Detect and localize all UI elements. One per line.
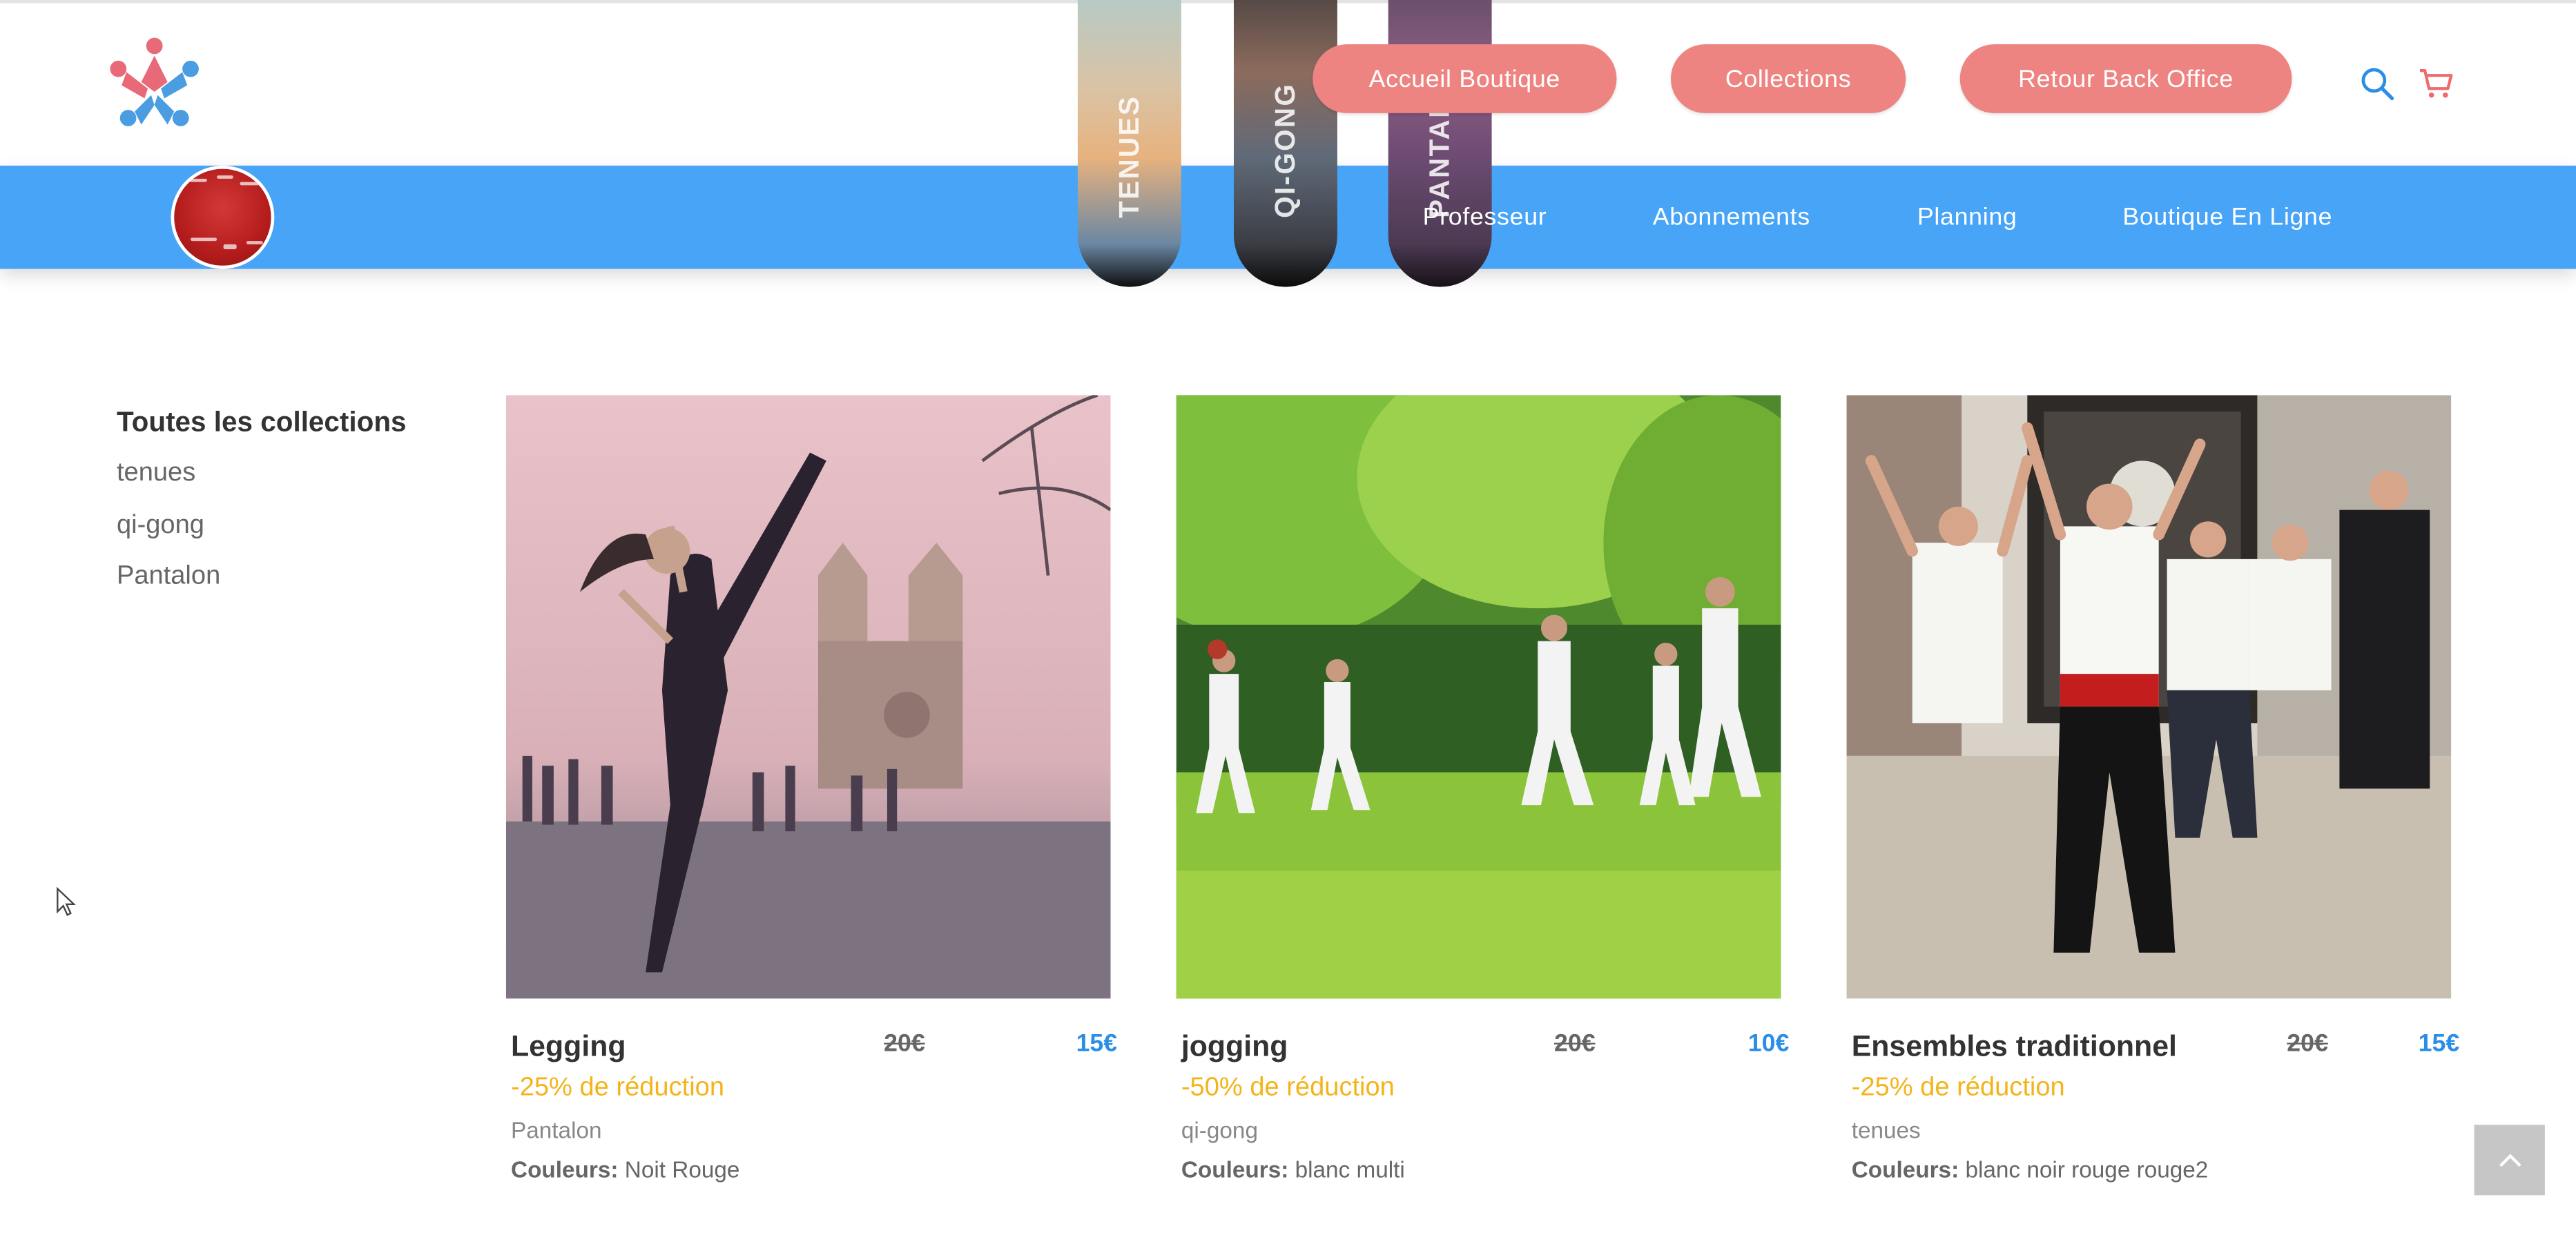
chevron-up-icon [2498, 1153, 2521, 1166]
product-colors: Couleurs: blanc multi [1181, 1156, 1405, 1182]
pill-label: QI-GONG [1269, 82, 1301, 218]
colors-value: blanc noir rouge rouge2 [1965, 1156, 2209, 1183]
product-collection: tenues [1851, 1116, 1921, 1143]
retour-back-office-button[interactable]: Retour Back Office [1959, 44, 2292, 113]
colors-value: Noit Rouge [624, 1156, 740, 1183]
colors-value: blanc multi [1295, 1156, 1405, 1183]
discount-label: -25% de réduction [1851, 1074, 2065, 1102]
sidebar-item-tenues[interactable]: tenues [117, 459, 195, 489]
colors-label: Couleurs: [1851, 1156, 1959, 1183]
product-title[interactable]: Ensembles traditionnel [1852, 1030, 2177, 1065]
new-price: 15€ [1076, 1029, 1118, 1058]
discount-label: -50% de réduction [1181, 1074, 1395, 1102]
product-image-ensembles-traditionnel[interactable] [1846, 395, 2452, 999]
product-collection: Pantalon [511, 1116, 602, 1143]
new-price: 10€ [1747, 1029, 1790, 1058]
brand-avatar[interactable] [171, 165, 275, 269]
sidebar-item-pantalon[interactable]: Pantalon [117, 563, 220, 592]
product-collection: qi-gong [1181, 1116, 1258, 1143]
cart-icon[interactable] [2419, 66, 2454, 101]
colors-label: Couleurs: [511, 1156, 619, 1183]
search-icon[interactable] [2359, 66, 2395, 101]
old-price: 20€ [1554, 1029, 1596, 1058]
page: TENUES QI-GONG PANTALO Accueil Boutique … [0, 0, 2576, 1233]
pill-qi-gong[interactable]: QI-GONG [1234, 0, 1337, 287]
product-image-legging[interactable] [505, 395, 1111, 999]
sidebar-item-qi-gong[interactable]: qi-gong [117, 512, 204, 541]
mouse-cursor-icon [57, 886, 76, 916]
product-title[interactable]: jogging [1181, 1030, 1288, 1065]
product-image-jogging[interactable] [1176, 395, 1781, 999]
pill-pantalon[interactable]: PANTALO [1388, 0, 1492, 287]
new-price: 15€ [2418, 1029, 2460, 1058]
accueil-boutique-button[interactable]: Accueil Boutique [1313, 44, 1617, 113]
discount-label: -25% de réduction [511, 1074, 725, 1102]
nav-professeur[interactable]: Professeur [1423, 204, 1547, 231]
nav-planning[interactable]: Planning [1917, 204, 2017, 231]
collections-button[interactable]: Collections [1670, 44, 1906, 113]
product-title[interactable]: Legging [511, 1030, 626, 1065]
back-to-top-button[interactable] [2474, 1125, 2545, 1196]
product-colors: Couleurs: Noit Rouge [511, 1156, 739, 1182]
colors-label: Couleurs: [1181, 1156, 1289, 1183]
old-price: 20€ [884, 1029, 925, 1058]
old-price: 20€ [2287, 1029, 2328, 1058]
logo[interactable] [102, 33, 207, 138]
pill-tenues[interactable]: TENUES [1077, 0, 1181, 287]
nav-boutique-en-ligne[interactable]: Boutique En Ligne [2122, 204, 2332, 231]
pill-label: TENUES [1113, 95, 1145, 218]
sidebar-title[interactable]: Toutes les collections [117, 407, 407, 440]
nav-abonnements[interactable]: Abonnements [1653, 204, 1810, 231]
product-colors: Couleurs: blanc noir rouge rouge2 [1852, 1156, 2209, 1182]
